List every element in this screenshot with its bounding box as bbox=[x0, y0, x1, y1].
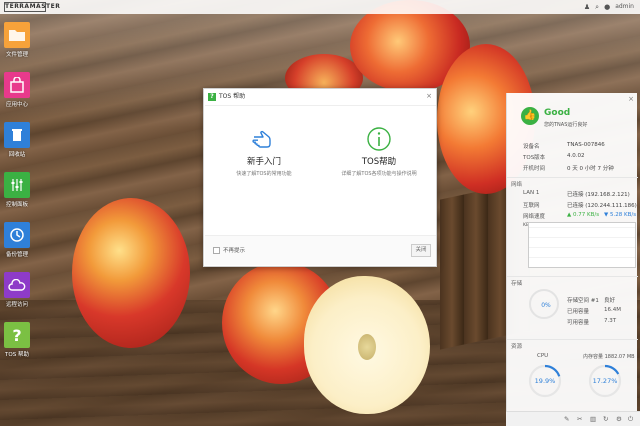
available-capacity-value: 7.3T bbox=[604, 318, 617, 324]
settings-icon[interactable]: ⚙ bbox=[616, 415, 622, 423]
lan-value: 已连接 (192.168.2.121) bbox=[567, 192, 630, 198]
storage-percent: 0% bbox=[541, 302, 551, 309]
uptime-value: 0 天 0 小时 7 分钟 bbox=[567, 166, 614, 172]
question-icon: ? bbox=[4, 322, 30, 348]
getting-started-desc: 快速了解TOS的常用功能 bbox=[236, 171, 292, 177]
tos-help-desc: 详细了解TOS各项功能与操作说明 bbox=[341, 171, 417, 177]
available-capacity-label: 可用容量 bbox=[567, 320, 590, 326]
shopping-bag-icon bbox=[4, 72, 30, 98]
close-button[interactable]: 关闭 bbox=[411, 244, 431, 257]
internet-label: 互联网 bbox=[523, 203, 540, 209]
close-icon[interactable]: × bbox=[628, 95, 634, 103]
lan-label: LAN 1 bbox=[523, 190, 540, 196]
dont-show-label: 不再提示 bbox=[223, 248, 246, 254]
tos-version-value: 4.0.02 bbox=[567, 153, 585, 159]
internet-value: 已连接 (120.244.111.186) bbox=[567, 203, 637, 209]
tos-help-title: TOS帮助 bbox=[361, 157, 397, 167]
app-recycle-bin[interactable]: 回收站 bbox=[4, 122, 30, 158]
resources-section-label: 资源 bbox=[511, 344, 523, 350]
cpu-label: CPU bbox=[537, 353, 549, 359]
network-speed-graph bbox=[528, 222, 636, 268]
network-speed-label: 网络速度 bbox=[523, 214, 546, 220]
download-rate: ▼ 5.28 KB/s bbox=[604, 212, 637, 218]
storage-section-label: 存储 bbox=[511, 281, 523, 287]
power-icon[interactable]: ⏻ bbox=[628, 415, 633, 423]
tos-help-dialog: ? TOS 帮助 × 新手入门 快速了解TOS的常用功能 TOS帮助 详细了解T… bbox=[203, 88, 437, 267]
info-icon bbox=[366, 126, 392, 152]
pin-icon[interactable]: ✎ bbox=[564, 415, 569, 423]
network-section-label: 网络 bbox=[511, 182, 523, 188]
sliders-icon bbox=[4, 172, 30, 198]
user-name[interactable]: admin bbox=[615, 2, 634, 12]
dont-show-checkbox[interactable] bbox=[213, 247, 220, 254]
app-remote-access[interactable]: 远程访问 bbox=[4, 272, 30, 308]
dialog-title: TOS 帮助 bbox=[219, 93, 246, 100]
folder-icon bbox=[4, 22, 30, 48]
thumbs-up-icon: 👍 bbox=[521, 107, 539, 125]
dialog-footer: 不再提示 关闭 bbox=[205, 235, 436, 265]
app-backup[interactable]: 备份管理 bbox=[4, 222, 30, 258]
refresh-icon[interactable]: ↻ bbox=[603, 415, 608, 423]
uptime-label: 开机时间 bbox=[523, 166, 546, 172]
network-section bbox=[507, 177, 638, 178]
system-status-panel: × 👍 Good 您的TNAS运行良好 设备名 TNAS-007846 TOS版… bbox=[506, 93, 638, 411]
top-bar-icons: ♟ ⌕ ● admin bbox=[584, 2, 634, 12]
trash-icon bbox=[4, 122, 30, 148]
app-control-panel[interactable]: 控制面板 bbox=[4, 172, 30, 208]
storage-section bbox=[507, 276, 638, 277]
dialog-body: 新手入门 快速了解TOS的常用功能 TOS帮助 详细了解TOS各项功能与操作说明 bbox=[205, 105, 436, 235]
device-name-value: TNAS-007846 bbox=[567, 142, 605, 148]
device-name-label: 设备名 bbox=[523, 144, 540, 150]
clock-icon bbox=[4, 222, 30, 248]
used-capacity-value: 16.4M bbox=[604, 307, 621, 313]
search-icon[interactable]: ⌕ bbox=[595, 2, 599, 12]
memory-percent: 17.27% bbox=[592, 377, 618, 385]
app-app-center[interactable]: 应用中心 bbox=[4, 72, 30, 108]
apple-half-image bbox=[304, 276, 430, 414]
cpu-percent: 19.9% bbox=[534, 377, 556, 385]
memory-label: 内存容量 1882.07 MB bbox=[583, 354, 635, 360]
status-title: Good bbox=[544, 108, 571, 118]
status-subtitle: 您的TNAS运行良好 bbox=[544, 122, 588, 128]
pointing-hand-icon bbox=[251, 126, 277, 152]
top-bar: TERRAMASTER ♟ ⌕ ● admin bbox=[0, 0, 640, 14]
bottom-toolbar: ✎ ✂ ▥ ↻ ⚙ ⏻ bbox=[506, 411, 640, 426]
cloud-icon bbox=[4, 272, 30, 298]
upload-rate: ▲ 0.77 KB/s bbox=[567, 212, 600, 218]
storage-pool-value: 良好 bbox=[604, 298, 616, 304]
trash-icon[interactable]: ▥ bbox=[590, 415, 596, 423]
getting-started-title: 新手入门 bbox=[246, 157, 281, 167]
user-icon[interactable]: ● bbox=[604, 2, 610, 12]
tos-version-label: TOS版本 bbox=[523, 155, 546, 161]
tos-icon: ? bbox=[208, 93, 216, 101]
brand-logo: TERRAMASTER bbox=[4, 2, 61, 12]
apple-image bbox=[72, 198, 190, 348]
used-capacity-label: 已用容量 bbox=[567, 309, 590, 315]
close-icon[interactable]: × bbox=[426, 92, 432, 100]
app-tos-help[interactable]: ? TOS 帮助 bbox=[4, 322, 30, 358]
storage-pool-label: 存储空间 #1 bbox=[567, 298, 599, 304]
tos-help-option[interactable]: TOS帮助 详细了解TOS各项功能与操作说明 bbox=[324, 126, 434, 177]
wrench-icon[interactable]: ✂ bbox=[577, 415, 582, 423]
notification-icon[interactable]: ♟ bbox=[584, 2, 590, 12]
getting-started-option[interactable]: 新手入门 快速了解TOS的常用功能 bbox=[209, 126, 319, 177]
app-file-manager[interactable]: 文件管理 bbox=[4, 22, 30, 58]
resources-section bbox=[507, 339, 638, 340]
